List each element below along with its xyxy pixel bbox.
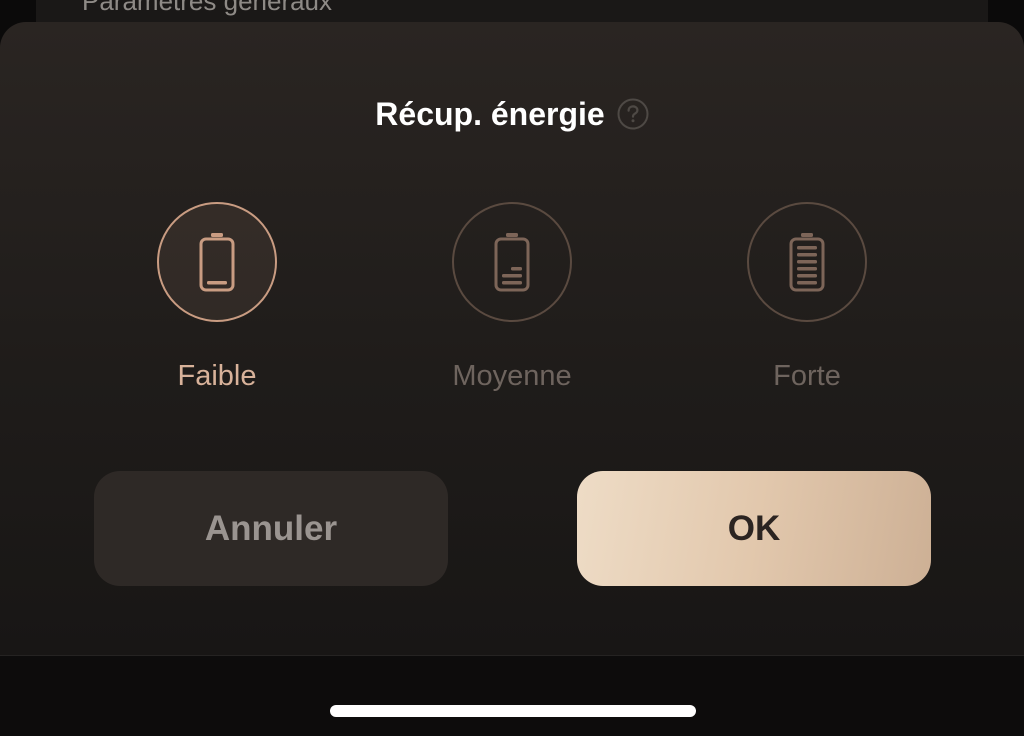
- background-settings-label: Paramètres généraux: [82, 0, 333, 16]
- option-faible-label: Faible: [177, 360, 257, 392]
- bottom-safe-area: [0, 656, 1024, 736]
- ok-button[interactable]: OK: [577, 471, 931, 586]
- home-indicator[interactable]: [330, 705, 696, 717]
- dialog-title: Récup. énergie: [375, 95, 605, 132]
- cancel-button[interactable]: Annuler: [94, 471, 448, 586]
- option-moyenne-label: Moyenne: [452, 360, 572, 392]
- option-forte-label: Forte: [773, 360, 841, 392]
- option-faible[interactable]: Faible: [107, 202, 327, 402]
- question-circle-icon[interactable]: [617, 98, 649, 130]
- option-forte[interactable]: Forte: [697, 202, 917, 402]
- battery-medium-icon: [494, 233, 530, 292]
- screen: Paramètres généraux Récup. énergie Faibl…: [0, 0, 1024, 736]
- battery-low-icon: [199, 233, 235, 292]
- option-faible-circle[interactable]: [157, 202, 277, 322]
- dialog-header: Récup. énergie: [0, 92, 1024, 136]
- option-moyenne[interactable]: Moyenne: [402, 202, 622, 402]
- battery-full-icon: [789, 233, 825, 292]
- option-moyenne-circle[interactable]: [452, 202, 572, 322]
- option-forte-circle[interactable]: [747, 202, 867, 322]
